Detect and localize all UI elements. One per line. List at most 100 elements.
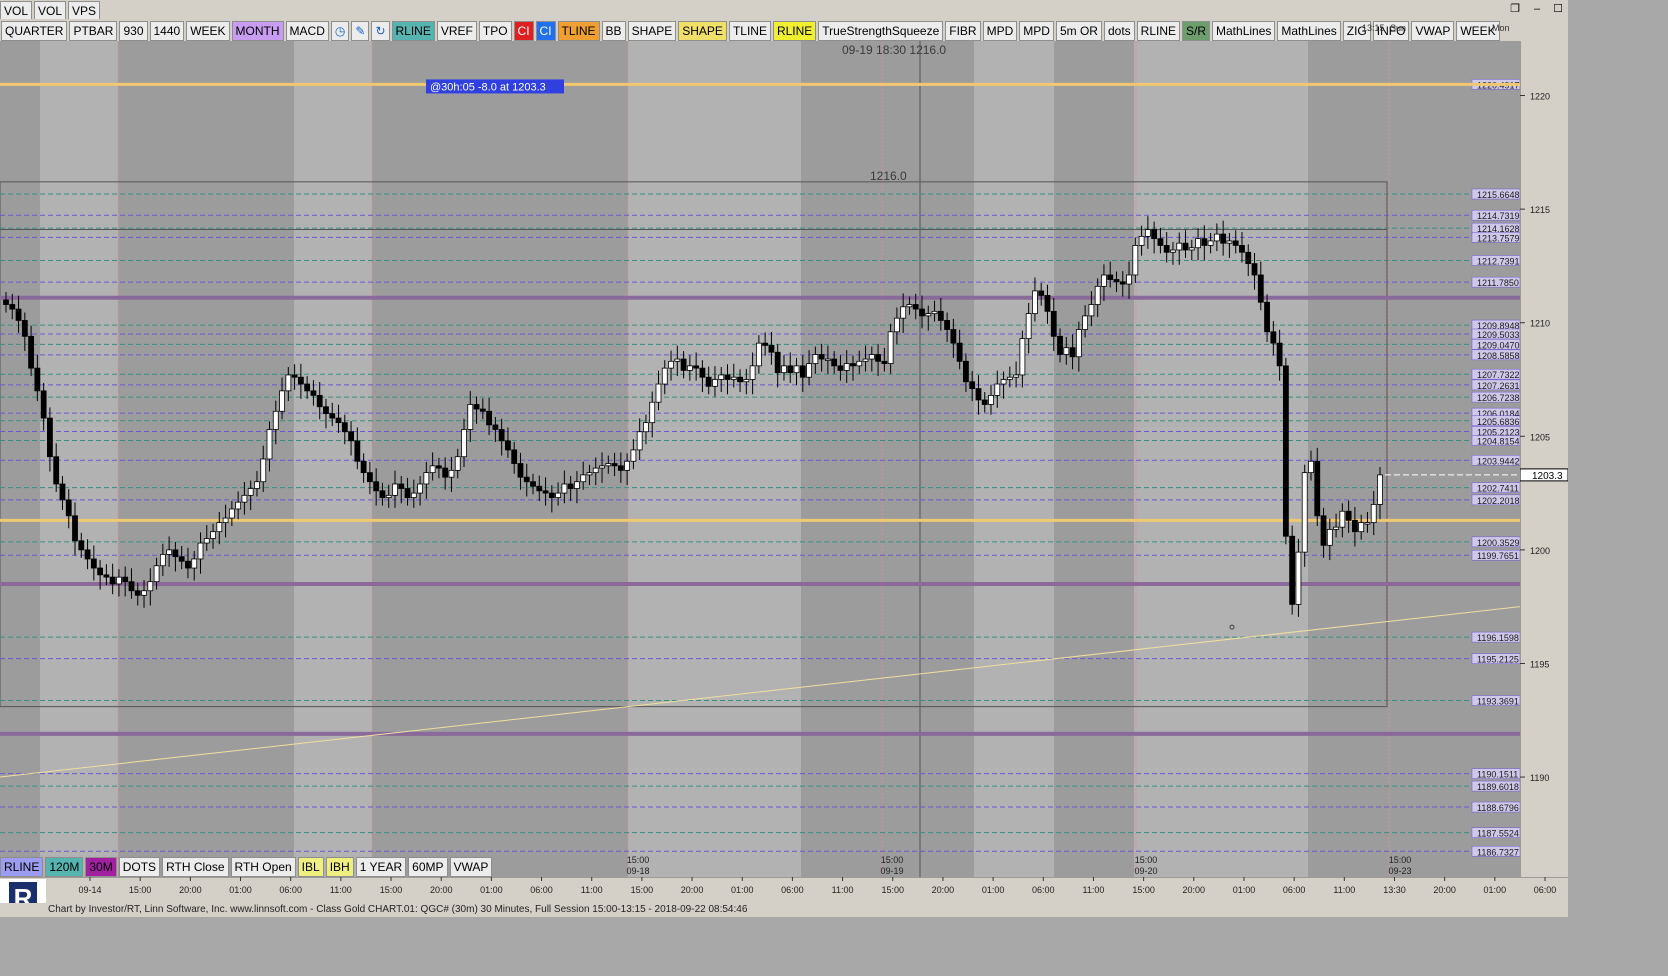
level-label: 1199.7651: [1477, 551, 1519, 561]
macd-button[interactable]: MACD: [285, 21, 329, 41]
candle-body: [1050, 310, 1057, 337]
30m-button[interactable]: 30M: [85, 857, 117, 877]
candle-body: [768, 345, 775, 353]
candle-body: [624, 460, 631, 471]
vwap-button[interactable]: VWAP: [1411, 21, 1455, 41]
candle-body: [1308, 460, 1314, 474]
level-label: 1204.8154: [1477, 436, 1520, 446]
candle-body: [1364, 522, 1371, 525]
candle-body: [1144, 229, 1151, 237]
rline-button[interactable]: RLINE: [0, 857, 44, 877]
candle-body: [636, 431, 643, 451]
vol-button[interactable]: VOL: [34, 1, 67, 21]
mpd-button[interactable]: MPD: [1019, 21, 1054, 41]
vol-button[interactable]: VOL: [0, 1, 33, 21]
maximize-window-icon[interactable]: ☐: [1551, 2, 1565, 16]
chart-plot-area[interactable]: 1220.49171215.66481214.73191214.16281213…: [0, 31, 1521, 877]
price-axis[interactable]: 1220 1215 1210 1205 1200 1195 1190 1203.3: [1519, 41, 1569, 877]
time-tick-label: 01:00: [982, 885, 1005, 895]
ci-button[interactable]: CI: [513, 21, 534, 41]
candle-body: [1025, 313, 1032, 339]
candlestick-chart[interactable]: 1220.49171215.66481214.73191214.16281213…: [0, 31, 1521, 877]
ibl-button[interactable]: IBL: [297, 857, 324, 877]
candle-body: [1195, 238, 1201, 249]
mpd-button[interactable]: MPD: [982, 21, 1018, 41]
candle-body: [561, 483, 568, 494]
candle-body: [530, 481, 536, 487]
session-shade: [801, 41, 974, 877]
candle-body: [718, 374, 725, 380]
mathlines-button[interactable]: MathLines: [1277, 21, 1341, 41]
1440-button[interactable]: 1440: [149, 21, 185, 41]
fibr-button[interactable]: FIBR: [945, 21, 981, 41]
candle-body: [881, 360, 888, 364]
rline-button[interactable]: RLINE: [391, 21, 435, 41]
s-r-button[interactable]: S/R: [1182, 21, 1211, 41]
tline-button[interactable]: TLINE: [728, 21, 771, 41]
vref-button[interactable]: VREF: [436, 21, 477, 41]
candle-body: [141, 590, 147, 596]
ci-button[interactable]: CI: [535, 21, 556, 41]
bb-button[interactable]: BB: [601, 21, 626, 41]
60mp-button[interactable]: 60MP: [408, 857, 448, 877]
dots-button[interactable]: dots: [1103, 21, 1135, 41]
candle-body: [1339, 510, 1346, 528]
rline-button[interactable]: RLINE: [1136, 21, 1180, 41]
930-button[interactable]: 930: [119, 21, 148, 41]
vps-button[interactable]: VPS: [68, 1, 101, 21]
month-button[interactable]: MONTH: [231, 21, 284, 41]
candle-body: [1113, 279, 1120, 283]
candle-body: [1345, 510, 1352, 521]
tpo-button[interactable]: TPO: [478, 21, 512, 41]
candle-body: [392, 483, 398, 496]
vwap-button[interactable]: VWAP: [449, 857, 493, 877]
candle-body: [981, 399, 988, 405]
dots-button[interactable]: DOTS: [118, 857, 161, 877]
candle-body: [279, 390, 285, 412]
rth-close-button[interactable]: RTH Close: [162, 857, 229, 877]
price-tick-label: 1190: [1530, 773, 1549, 783]
candle-body: [1264, 301, 1270, 333]
120m-button[interactable]: 120M: [45, 857, 84, 877]
candle-body: [1132, 245, 1139, 276]
candle-body: [285, 374, 292, 392]
week-button[interactable]: WEEK: [186, 21, 230, 41]
annotation-box: @30h:05 -8.0 at 1203.3: [426, 79, 564, 94]
level-label: 1212.7391: [1477, 256, 1520, 266]
candle-body: [749, 365, 756, 380]
candle-body: [548, 492, 555, 499]
candle-body: [272, 410, 279, 430]
candle-body: [1163, 245, 1170, 253]
clock-icon[interactable]: ◷: [330, 21, 350, 41]
candle-body: [1044, 295, 1051, 312]
ibh-button[interactable]: IBH: [325, 857, 354, 877]
time-tick-label: 01:00: [480, 885, 503, 895]
candle-body: [1333, 526, 1339, 530]
mathlines-button[interactable]: MathLines: [1212, 21, 1276, 41]
rth-open-button[interactable]: RTH Open: [230, 857, 296, 877]
level-label: 1207.2631: [1477, 381, 1520, 391]
rline-button[interactable]: RLINE: [772, 21, 817, 41]
shape-button[interactable]: SHAPE: [678, 21, 727, 41]
pencil-icon[interactable]: ✎: [351, 21, 370, 41]
tline-button[interactable]: TLINE: [557, 21, 600, 41]
level-label: 1188.6796: [1477, 803, 1519, 813]
ptbar-button[interactable]: PTBAR: [69, 21, 118, 41]
restore-window-icon[interactable]: ❐: [1508, 2, 1522, 16]
5m-or-button[interactable]: 5m OR: [1055, 21, 1102, 41]
indicator-toolbar-buttons: QUARTER PTBAR 930 1440 WEEK MONTH MACD ◷ ✎ ↻ RLINE…: [1, 21, 1500, 41]
candle-body: [486, 410, 492, 426]
time-axis[interactable]: 09-14 15:00 20:00 01:00 06:00 11:00 15:00 20:00…: [0, 876, 1568, 903]
candle-body: [1326, 529, 1333, 546]
price-tick-label: 1220: [1530, 92, 1550, 102]
minimize-window-icon[interactable]: –: [1530, 2, 1544, 16]
quarter-button[interactable]: QUARTER: [1, 21, 68, 41]
candle-body: [668, 360, 674, 369]
candle-body: [291, 374, 298, 378]
candle-body: [1176, 242, 1183, 251]
shape-button[interactable]: SHAPE: [627, 21, 677, 41]
refresh-icon[interactable]: ↻: [371, 21, 390, 41]
candle-body: [956, 342, 963, 362]
1-year-button[interactable]: 1 YEAR: [355, 857, 407, 877]
truestrengthsqueeze-button[interactable]: TrueStrengthSqueeze: [818, 21, 944, 41]
